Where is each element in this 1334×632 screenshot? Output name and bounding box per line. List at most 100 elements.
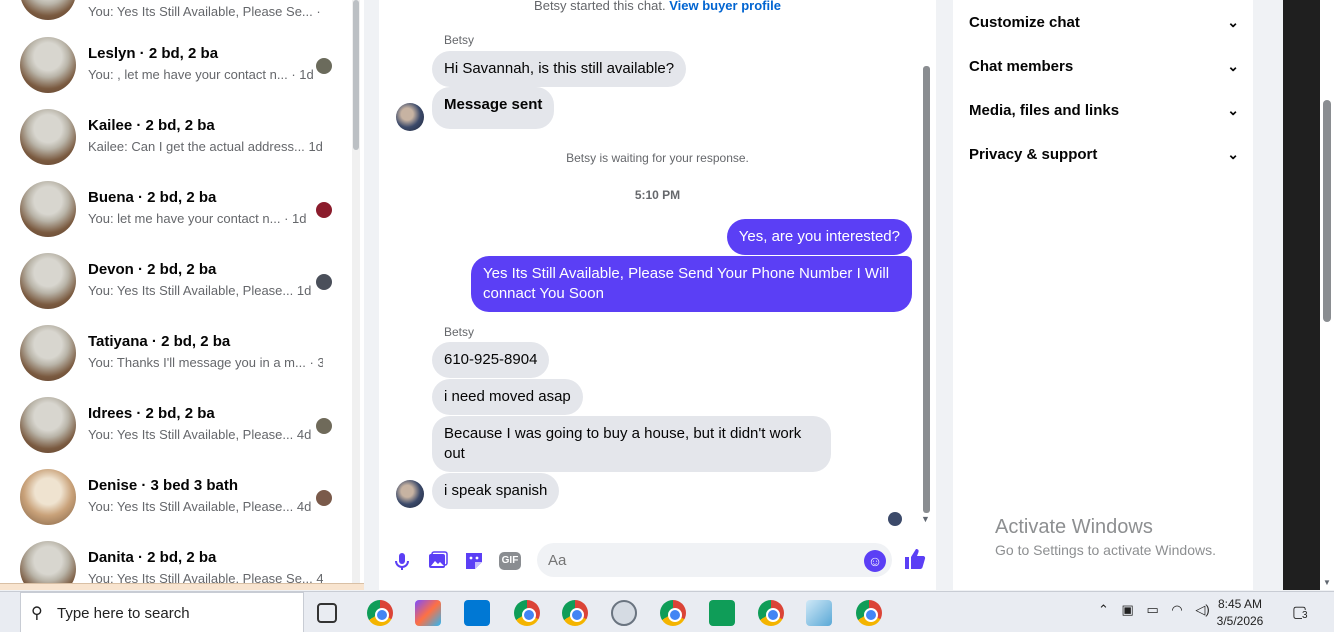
chevron-up-icon[interactable]: ⌃ [1098, 602, 1109, 617]
chrome-profile-icon[interactable] [758, 600, 784, 626]
conversation-title: Danita · 2 bd, 2 ba [88, 549, 217, 566]
conversation-item[interactable]: Devon · 2 bd, 2 ba You: Yes Its Still Av… [20, 253, 340, 313]
incoming-message[interactable]: Hi Savannah, is this still available? [432, 51, 687, 87]
sticker-icon[interactable] [463, 550, 485, 572]
conversation-item[interactable]: Kailee · 2 bd, 2 ba Kailee: Can I get th… [20, 109, 340, 169]
volume-icon[interactable]: ◁) [1195, 602, 1209, 617]
conversation-snippet: You: let me have your contact n... · 1d [88, 211, 307, 226]
chat-details-panel: Customize chat ⌄ Chat members ⌄ Media, fil… [953, 0, 1253, 590]
conversation-title: Kailee · 2 bd, 2 ba [88, 117, 215, 134]
meet-now-icon[interactable]: ▣ [1122, 602, 1134, 617]
listing-thumbnail [20, 253, 76, 309]
outgoing-message[interactable]: Yes, are you interested? [726, 219, 912, 255]
listing-thumbnail [20, 37, 76, 93]
taskbar-search-box[interactable]: ⚲ Type here to search [20, 592, 304, 632]
conversation-item[interactable]: Denise · 3 bed 3 bath You: Yes Its Still… [20, 469, 340, 529]
start-button[interactable] [0, 592, 20, 632]
sender-avatar[interactable] [396, 480, 424, 508]
chrome-icon[interactable] [856, 600, 882, 626]
gif-icon[interactable]: GIF [499, 552, 521, 570]
chrome-profile-icon[interactable] [502, 592, 552, 632]
snipping-tool-icon[interactable] [611, 600, 637, 626]
chat-start-notice: Betsy started this chat. View buyer prof… [534, 0, 781, 13]
chrome-profile-icon[interactable] [660, 600, 686, 626]
taskbar: ⚲ Type here to search ⌃ ▣ ▭ ◠ ◁) 8:45 AM… [0, 591, 1334, 632]
chrome-icon[interactable] [562, 600, 588, 626]
thumbs-up-icon[interactable] [903, 547, 929, 573]
conversation-title: Denise · 3 bed 3 bath [88, 477, 239, 494]
task-view-icon[interactable] [317, 603, 337, 623]
conversation-snippet: Kailee: Can I get the actual address... … [88, 139, 323, 154]
conversation-title: Devon · 2 bd, 2 ba [88, 261, 217, 278]
waiting-notice: Betsy is waiting for your response. [566, 151, 749, 165]
taskbar-clock[interactable]: 8:45 AM 3/5/2026 [1210, 596, 1270, 630]
copilot-icon[interactable] [415, 600, 441, 626]
microphone-icon[interactable] [391, 550, 413, 572]
incoming-message[interactable]: Message sent [432, 87, 555, 129]
incoming-message[interactable]: i need moved asap [432, 379, 583, 415]
chevron-down-icon: ⌄ [1227, 102, 1239, 118]
conversation-item[interactable]: You: Yes Its Still Available, Please Se.… [20, 0, 340, 24]
listing-thumbnail [20, 0, 76, 20]
right-gutter [1253, 0, 1283, 590]
chat-thread: Betsy started this chat. View buyer prof… [379, 0, 936, 590]
conversation-snippet: You: Thanks I'll message you in a m... ·… [88, 355, 323, 370]
chrome-profile-icon[interactable] [367, 600, 393, 626]
search-icon: ⚲ [31, 605, 43, 622]
chevron-down-icon: ⌄ [1227, 146, 1239, 162]
chevron-down-icon: ⌄ [1227, 14, 1239, 30]
message-input[interactable] [537, 543, 892, 577]
participant-avatar [316, 202, 332, 218]
sender-name: Betsy [444, 33, 475, 47]
scroll-down-arrow-icon[interactable]: ▼ [921, 514, 930, 524]
chat-scrollbar[interactable] [923, 66, 930, 513]
conversation-title: Buena · 2 bd, 2 ba [88, 189, 217, 206]
conversation-item[interactable]: Tatiyana · 2 bd, 2 ba You: Thanks I'll m… [20, 325, 340, 385]
page-scrollbar[interactable]: ▼ [1320, 0, 1334, 590]
conversation-item[interactable]: Buena · 2 bd, 2 ba You: let me have your… [20, 181, 340, 241]
conversation-item[interactable]: Idrees · 2 bd, 2 ba You: Yes Its Still A… [20, 397, 340, 457]
listing-thumbnail [20, 325, 76, 381]
conversation-list-scrollbar[interactable] [352, 0, 360, 590]
notification-count: 3 [1302, 610, 1308, 621]
activate-windows-watermark: Activate Windows Go to Settings to activ… [995, 516, 1216, 558]
message-composer: GIF ☺ [379, 538, 936, 584]
window-edge [1283, 0, 1320, 590]
sender-avatar[interactable] [396, 103, 424, 131]
privacy-support-section[interactable]: Privacy & support ⌄ [969, 146, 1239, 163]
chat-members-section[interactable]: Chat members ⌄ [969, 58, 1239, 75]
conversation-title: Tatiyana · 2 bd, 2 ba [88, 333, 231, 350]
incoming-message[interactable]: i speak spanish [432, 473, 560, 509]
battery-icon[interactable]: ▭ [1146, 602, 1158, 617]
conversation-item[interactable]: Leslyn · 2 bd, 2 ba You: , let me have y… [20, 37, 340, 97]
media-files-links-section[interactable]: Media, files and links ⌄ [969, 102, 1239, 119]
incoming-message[interactable]: 610-925-8904 [432, 342, 550, 378]
image-icon[interactable] [427, 550, 449, 572]
emoji-icon[interactable]: ☺ [864, 550, 886, 572]
notification-center-icon[interactable]: ▢ 3 [1292, 602, 1308, 622]
outgoing-message[interactable]: Yes Its Still Available, Please Send You… [471, 256, 912, 312]
participant-avatar [316, 490, 332, 506]
participant-avatar [316, 418, 332, 434]
conversation-list: You: Yes Its Still Available, Please Se.… [0, 0, 364, 590]
search-placeholder: Type here to search [57, 605, 190, 622]
listing-thumbnail [20, 181, 76, 237]
listing-thumbnail [20, 397, 76, 453]
timestamp: 5:10 PM [634, 188, 681, 202]
conversation-snippet: You: Yes Its Still Available, Please... … [88, 427, 312, 442]
wifi-icon[interactable]: ◠ [1171, 602, 1182, 617]
customize-chat-section[interactable]: Customize chat ⌄ [969, 14, 1239, 31]
listing-thumbnail [20, 469, 76, 525]
news-app-icon[interactable] [464, 600, 490, 626]
listing-thumbnail [20, 109, 76, 165]
participant-avatar [316, 274, 332, 290]
conversation-snippet: You: , let me have your contact n... · 1… [88, 67, 314, 82]
participant-avatar [316, 58, 332, 74]
chevron-down-icon: ⌄ [1227, 58, 1239, 74]
conversation-title: Leslyn · 2 bd, 2 ba [88, 45, 219, 62]
status-url-bar [0, 583, 364, 590]
incoming-message[interactable]: Because I was going to buy a house, but … [432, 416, 831, 472]
notepad-icon[interactable] [806, 600, 832, 626]
app-infinity-icon[interactable] [709, 600, 735, 626]
view-buyer-profile-link[interactable]: View buyer profile [669, 0, 781, 13]
